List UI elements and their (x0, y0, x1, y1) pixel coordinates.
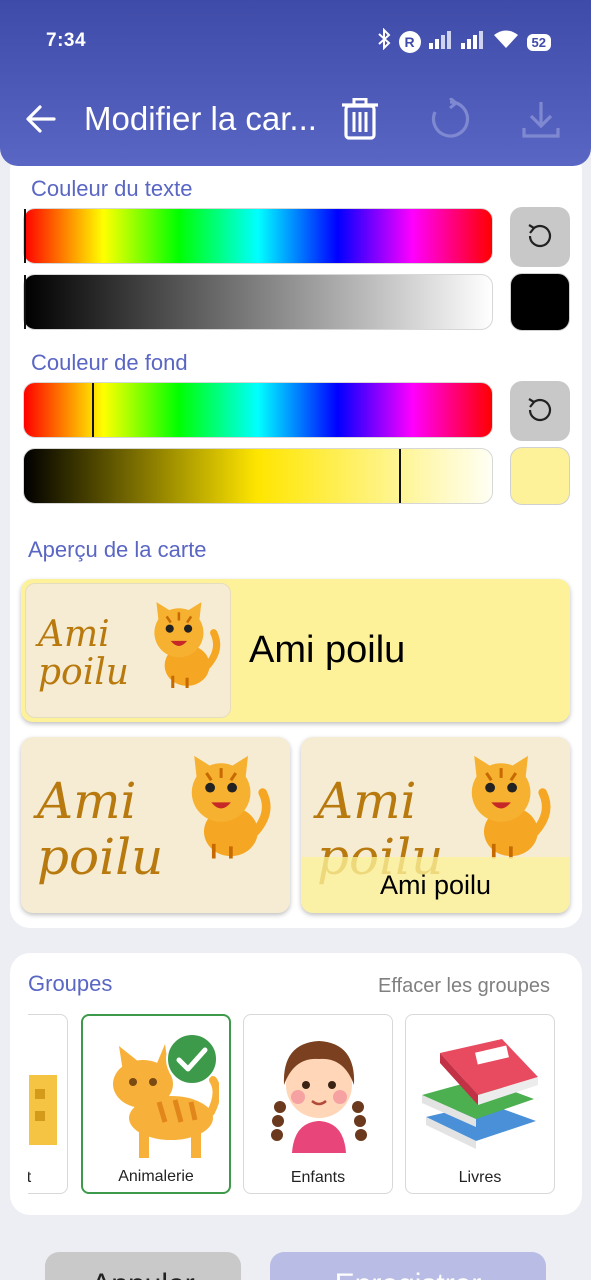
preview-labeled-card: Ami poilu Ami poilu (301, 737, 570, 913)
group-tile-partial[interactable]: ent (28, 1014, 68, 1194)
cat-icon (171, 751, 281, 866)
sticker-text: Ami poilu (38, 614, 129, 693)
background-shade-slider[interactable] (23, 448, 493, 504)
cancel-button[interactable]: Annuler (45, 1252, 241, 1280)
preview-card-label: Ami poilu (379, 870, 492, 900)
signal-icon-2 (460, 29, 485, 55)
status-bar: 7:34 R 52 (46, 27, 551, 56)
signal-icon (428, 29, 453, 55)
reset-icon (526, 395, 554, 428)
cat-icon (451, 751, 561, 866)
preview-card-name: Ami poilu (249, 629, 406, 671)
books-icon (416, 1025, 546, 1158)
group-name: ent (28, 1169, 32, 1186)
battery-icon: 52 (526, 33, 551, 51)
wifi-icon (493, 29, 519, 55)
group-name: Enfants (290, 1169, 346, 1186)
text-color-reset-button[interactable] (510, 207, 570, 267)
background-hue-slider[interactable] (23, 382, 493, 438)
text-color-label: Couleur du texte (31, 176, 193, 201)
reset-icon (526, 221, 554, 254)
group-name: Livres (458, 1169, 502, 1186)
preview-wide-card: Ami poilu Ami poilu (21, 579, 570, 722)
text-hue-thumb[interactable] (24, 209, 26, 263)
background-shade-thumb[interactable] (399, 449, 401, 503)
status-time: 7:34 (46, 30, 87, 51)
group-clip: ent (28, 1014, 68, 1194)
background-hue-thumb[interactable] (92, 383, 94, 437)
toolbar: Modifier la car... (0, 96, 591, 142)
sticker-text: Ami poilu (37, 772, 164, 886)
background-color-swatch (510, 447, 570, 505)
back-arrow-icon[interactable] (24, 102, 58, 141)
preview-sticker-small: Ami poilu (25, 583, 231, 718)
refresh-icon[interactable] (430, 96, 470, 145)
save-button[interactable]: Enregistrer (270, 1252, 546, 1280)
groups-label: Groupes (28, 971, 113, 996)
check-icon (165, 1032, 219, 1091)
download-icon[interactable] (520, 98, 562, 145)
bluetooth-icon (377, 27, 391, 56)
background-color-label: Couleur de fond (31, 350, 188, 375)
status-icons: R 52 (377, 27, 551, 56)
text-hue-slider[interactable] (23, 208, 493, 264)
page-title: Modifier la car... (84, 100, 317, 137)
child-icon (264, 1023, 374, 1158)
roaming-icon: R (398, 31, 421, 53)
building-icon (29, 1065, 68, 1160)
clear-groups-link[interactable]: Effacer les groupes (378, 975, 550, 998)
group-name: Animalerie (118, 1168, 194, 1185)
text-shade-slider[interactable] (23, 274, 493, 330)
cat-icon (142, 598, 224, 695)
background-color-reset-button[interactable] (510, 381, 570, 441)
trash-icon[interactable] (340, 97, 380, 145)
app-bar: 7:34 R 52 Modifier la car... (0, 0, 591, 166)
preview-sticker-card: Ami poilu (21, 737, 290, 913)
text-shade-thumb[interactable] (24, 275, 26, 329)
preview-label: Aperçu de la carte (28, 537, 207, 562)
group-tile-livres[interactable]: Livres (405, 1014, 555, 1194)
group-tile-animalerie[interactable]: Animalerie (81, 1014, 231, 1194)
group-tile-enfants[interactable]: Enfants (243, 1014, 393, 1194)
text-color-swatch (510, 273, 570, 331)
